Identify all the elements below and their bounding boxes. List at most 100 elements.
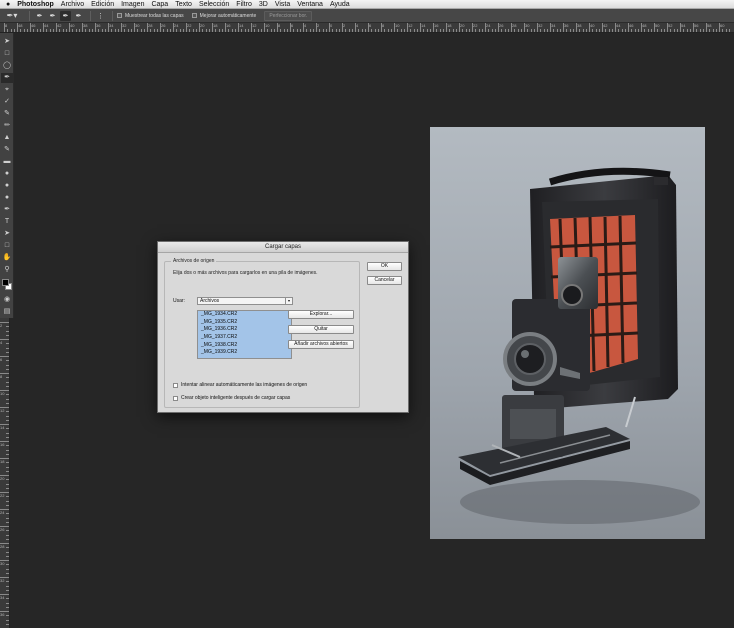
menu-capa[interactable]: Capa [151,0,168,8]
eraser-tool-icon[interactable]: ▬ [1,157,13,167]
ruler-tick [6,619,9,621]
brush-settings-icon[interactable]: ⋮ [95,11,106,21]
paint-bucket-icon[interactable]: ● [1,169,13,179]
ruler-tick [0,373,9,374]
quick-mask-icon[interactable]: ◉ [1,295,13,305]
hand-tool-icon[interactable]: ✋ [1,253,13,263]
ruler-tick [23,29,25,32]
clone-stamp-icon[interactable]: ▲ [1,133,13,143]
list-item[interactable]: _MG_1935.CR2 [198,319,291,327]
sample-all-layers-checkbox[interactable]: Muestrear todas las capas [117,13,184,19]
ruler-tick [449,29,451,32]
screen-mode-icon[interactable]: ▤ [1,307,13,317]
ruler-tick [124,29,126,32]
ruler-tick [459,23,460,32]
blur-tool-icon[interactable]: ● [1,181,13,191]
ruler-tick [429,29,431,32]
menu-photoshop[interactable]: Photoshop [17,0,54,8]
chevron-down-icon[interactable]: ▾ [285,298,292,304]
ruler-tick [433,23,434,32]
ruler-tick [595,29,597,32]
menu-edicion[interactable]: Edición [91,0,114,8]
lasso-tool-icon[interactable]: ◯ [1,61,13,71]
crop-tool-icon[interactable]: ⌖ [1,85,13,95]
remove-button[interactable]: Quitar [288,325,354,334]
ruler-label: 8 [382,23,385,28]
ruler-label: 18 [213,23,218,28]
ruler-tick [0,509,9,510]
quick-selection-tool-icon[interactable]: ✒ [1,73,13,83]
ruler-tick [553,29,555,32]
ruler-tick [46,29,48,32]
menu-texto[interactable]: Texto [175,0,192,8]
type-tool-icon[interactable]: T [1,217,13,227]
ruler-tick [6,466,9,468]
list-item[interactable]: _MG_1937.CR2 [198,334,291,342]
ruler-tick [426,29,428,32]
move-tool-icon[interactable]: ➤ [1,37,13,47]
new-selection-brush-icon[interactable]: ✒ [34,11,45,21]
foreground-color-swatch[interactable] [2,279,9,286]
quick-selection-preset-icon[interactable]: ✒▾ [3,11,21,21]
smart-object-checkbox[interactable]: Crear objeto inteligente después de carg… [173,395,290,402]
menu-seleccion[interactable]: Selección [199,0,229,8]
list-item[interactable]: _MG_1939.CR2 [198,349,291,357]
document-image[interactable] [430,127,705,539]
path-selection-icon[interactable]: ➤ [1,229,13,239]
list-item[interactable]: _MG_1936.CR2 [198,326,291,334]
file-list[interactable]: _MG_1934.CR2 _MG_1935.CR2 _MG_1936.CR2 _… [197,310,292,359]
list-item[interactable]: _MG_1938.CR2 [198,342,291,350]
ruler-label: 16 [0,442,5,447]
ruler-label: 40 [590,23,595,28]
browse-button[interactable]: Explorar... [288,310,354,319]
menu-imagen[interactable]: Imagen [121,0,144,8]
ruler-tick [212,23,213,32]
ruler-tick [20,29,22,32]
cancel-button[interactable]: Cancelar [367,276,402,285]
ok-button[interactable]: OK [367,262,402,271]
healing-brush-icon[interactable]: ✎ [1,109,13,119]
ruler-tick [520,29,522,32]
brush-tool-icon[interactable]: ✏ [1,121,13,131]
ruler-label: 24 [0,510,5,515]
menu-vista[interactable]: Vista [275,0,290,8]
apple-icon[interactable]: ● [6,1,10,8]
ruler-label: 6 [0,357,3,362]
ruler-tick [387,29,389,32]
ruler-tick [286,29,288,32]
dodge-tool-icon[interactable]: ● [1,193,13,203]
ruler-tick [6,500,9,502]
marquee-tool-icon[interactable]: □ [1,49,13,59]
ruler-tick [689,29,691,32]
auto-align-checkbox[interactable]: Intentar alinear automáticamente las imá… [173,382,307,389]
menu-ayuda[interactable]: Ayuda [330,0,350,8]
auto-enhance-checkbox[interactable]: Mejorar automáticamente [191,13,256,19]
brush-size-icon[interactable]: ✒ [73,11,84,21]
ruler-tick [650,29,652,32]
ruler-tick [6,572,9,574]
subtract-selection-brush-icon[interactable]: ✒ [60,10,71,21]
eyedropper-tool-icon[interactable]: ✓ [1,97,13,107]
zoom-tool-icon[interactable]: ⚲ [1,265,13,275]
ruler-label: 30 [135,23,140,28]
menu-filtro[interactable]: Filtro [236,0,252,8]
use-select[interactable]: Archivos ▾ [197,297,293,305]
ruler-tick [205,29,207,32]
history-brush-icon[interactable]: ✎ [1,145,13,155]
add-to-selection-brush-icon[interactable]: ✒ [47,11,58,21]
ruler-tick [507,29,509,32]
menu-archivo[interactable]: Archivo [61,0,84,8]
add-open-files-button[interactable]: Añadir archivos abiertos [288,340,354,349]
ruler-tick [30,23,31,32]
pen-tool-icon[interactable]: ✒ [1,205,13,215]
shape-tool-icon[interactable]: □ [1,241,13,251]
menu-3d[interactable]: 3D [259,0,268,8]
ruler-tick [36,29,38,32]
refine-edge-button[interactable]: Perfeccionar bor. [264,10,313,21]
list-item[interactable]: _MG_1934.CR2 [198,311,291,319]
menu-ventana[interactable]: Ventana [297,0,323,8]
ruler-tick [608,29,610,32]
ruler-tick [6,381,9,383]
ruler-label: 12 [0,408,5,413]
ruler-tick [524,23,525,32]
